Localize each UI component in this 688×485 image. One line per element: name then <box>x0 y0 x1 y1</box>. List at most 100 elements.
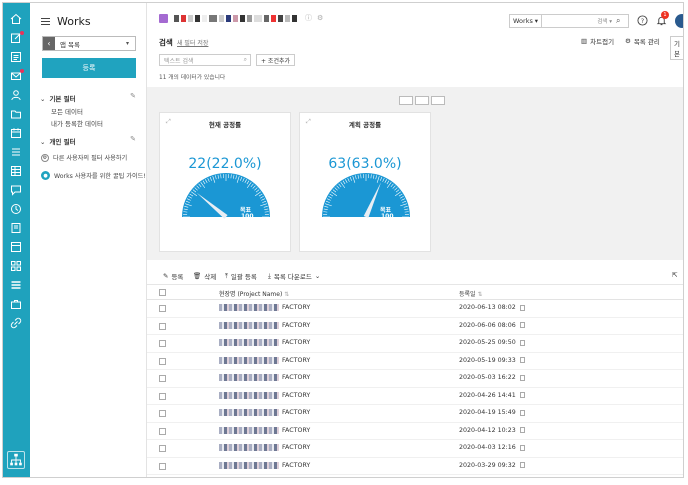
redacted-name <box>219 391 279 399</box>
filter-my-data[interactable]: 내가 등록한 데이터 <box>51 118 103 128</box>
app-list-select[interactable]: ‹ 앱 목록 ▾ <box>42 36 136 51</box>
list-icon[interactable] <box>10 146 22 158</box>
table-row[interactable]: FACTORY 2020-05-19 09:33 <box>147 353 683 370</box>
clock-icon[interactable] <box>10 203 22 215</box>
save-filter-link[interactable]: 새 필터 저장 <box>177 38 208 47</box>
view-double-icon[interactable] <box>415 96 429 105</box>
chart-icon: ▥ <box>581 37 588 45</box>
compose-icon[interactable] <box>10 31 24 44</box>
filter-all-data[interactable]: 모든 데이터 <box>51 106 83 116</box>
document-icon[interactable] <box>519 444 525 451</box>
org-chart-icon[interactable] <box>7 451 25 469</box>
column-reg-date[interactable]: 등록일 ⇅ <box>459 289 483 298</box>
search-scope-select[interactable]: Works ▾ <box>510 15 542 27</box>
help-other-filters[interactable]: ⚙ 다른 사용자의 필터 사용하기 <box>41 153 127 162</box>
column-project-name[interactable]: 현장명 (Project Name) ⇅ <box>219 289 289 298</box>
table-row[interactable]: FACTORY 2020-05-03 16:22 <box>147 370 683 388</box>
register-action-button[interactable]: ✎ 등록 <box>163 271 183 281</box>
delete-button[interactable]: 🗑 삭제 <box>193 271 216 281</box>
row-checkbox[interactable] <box>159 357 166 365</box>
document-icon[interactable] <box>519 462 525 468</box>
select-all-checkbox[interactable] <box>159 289 166 296</box>
project-name-cell[interactable]: FACTORY <box>219 461 310 469</box>
folder-icon[interactable] <box>10 108 22 120</box>
contacts-icon[interactable] <box>10 89 22 101</box>
document-icon[interactable] <box>519 374 525 381</box>
reg-date-cell: 2020-05-03 16:22 <box>459 374 525 381</box>
row-checkbox[interactable] <box>159 375 166 382</box>
document-icon[interactable] <box>519 322 525 328</box>
document-icon[interactable] <box>519 392 525 398</box>
search-input[interactable]: 검색 ▾ <box>542 17 616 25</box>
list-download-button[interactable]: ⤓ 목록 다운로드 ⌄ <box>268 271 321 282</box>
gear-icon[interactable]: ⚙ <box>317 14 323 22</box>
project-name-cell[interactable]: FACTORY <box>219 426 310 434</box>
project-name-cell[interactable]: FACTORY <box>219 409 310 416</box>
table-icon[interactable] <box>10 165 22 177</box>
row-checkbox[interactable] <box>159 322 166 330</box>
register-button[interactable]: 등록 <box>42 58 136 78</box>
row-checkbox[interactable] <box>159 445 166 452</box>
edit-icon[interactable]: ✎ <box>130 135 136 143</box>
chart-fold-button[interactable]: ▥ 차트접기 <box>581 36 614 46</box>
form-icon[interactable] <box>10 241 22 253</box>
basic-filter-header[interactable]: ⌄ 기본 필터 ✎ <box>40 92 136 103</box>
table-row[interactable]: FACTORY 2020-06-06 08:06 <box>147 318 683 335</box>
document-icon[interactable] <box>519 339 525 346</box>
reg-date-text: 2020-06-13 08:02 <box>459 304 516 311</box>
board-icon[interactable] <box>10 51 22 63</box>
project-name-cell[interactable]: FACTORY <box>219 374 310 381</box>
table-row[interactable]: FACTORY 2020-05-25 09:50 <box>147 335 683 353</box>
basic-view-button[interactable]: 기본 <box>670 36 683 60</box>
row-checkbox[interactable] <box>159 305 166 312</box>
edit-icon[interactable]: ✎ <box>130 92 136 100</box>
table-row[interactable]: FACTORY 2020-04-12 10:23 <box>147 423 683 440</box>
briefcase-icon[interactable] <box>10 298 22 310</box>
chat-icon[interactable] <box>10 184 22 196</box>
reg-date-text: 2020-05-25 09:50 <box>459 339 516 346</box>
view-single-icon[interactable] <box>399 96 413 105</box>
note-icon[interactable] <box>10 222 22 234</box>
document-icon[interactable] <box>519 409 525 416</box>
search-icon[interactable]: ⌕ <box>616 16 628 26</box>
info-icon[interactable]: ⓘ <box>305 13 312 23</box>
text-search-input[interactable]: 텍스트 검색 ⌕ <box>159 54 251 66</box>
personal-filter-header[interactable]: ⌄ 개인 필터 ✎ <box>40 135 136 146</box>
menu-icon[interactable] <box>41 18 50 25</box>
project-name-cell[interactable]: FACTORY <box>219 444 310 451</box>
table-row[interactable]: FACTORY 2020-06-13 08:02 <box>147 300 683 318</box>
avatar[interactable] <box>675 14 683 28</box>
row-checkbox[interactable] <box>159 340 166 347</box>
view-triple-icon[interactable] <box>431 96 445 105</box>
row-checkbox[interactable] <box>159 410 166 417</box>
back-chevron-icon[interactable]: ‹ <box>43 37 55 50</box>
project-name-cell[interactable]: FACTORY <box>219 391 310 399</box>
help-tips-guide[interactable]: ● Works 사용자를 위한 꿀팁 가이드! <box>41 171 146 180</box>
home-icon[interactable] <box>10 13 22 25</box>
table-row[interactable]: FACTORY 2020-04-19 15:49 <box>147 405 683 423</box>
calendar-icon[interactable] <box>10 127 22 139</box>
row-checkbox[interactable] <box>159 392 166 400</box>
add-condition-button[interactable]: + 조건추가 <box>256 54 296 66</box>
chevron-down-icon: ⌄ <box>314 272 321 280</box>
project-name-cell[interactable]: FACTORY <box>219 356 310 364</box>
project-name-cell[interactable]: FACTORY <box>219 304 310 311</box>
table-row[interactable]: FACTORY 2020-04-03 12:16 <box>147 440 683 458</box>
help-icon[interactable]: ? <box>636 14 648 26</box>
document-icon[interactable] <box>519 427 525 433</box>
stack-icon[interactable] <box>10 279 22 291</box>
table-row[interactable]: FACTORY 2020-03-29 09:32 <box>147 458 683 475</box>
row-checkbox[interactable] <box>159 462 166 470</box>
row-checkbox[interactable] <box>159 427 166 435</box>
bulk-register-button[interactable]: ⤒ 일괄 등록 <box>225 271 257 282</box>
document-icon[interactable] <box>519 304 525 311</box>
expand-table-icon[interactable]: ⇱ <box>672 271 677 279</box>
grid-icon[interactable] <box>10 260 22 272</box>
project-name-cell[interactable]: FACTORY <box>219 321 310 329</box>
link-icon[interactable] <box>10 317 22 329</box>
document-icon[interactable] <box>519 357 525 363</box>
table-row[interactable]: FACTORY 2020-04-26 14:41 <box>147 388 683 405</box>
list-manage-button[interactable]: ⚙ 목록 관리 <box>625 36 660 46</box>
project-name-cell[interactable]: FACTORY <box>219 339 310 346</box>
mail-icon[interactable] <box>10 69 24 82</box>
